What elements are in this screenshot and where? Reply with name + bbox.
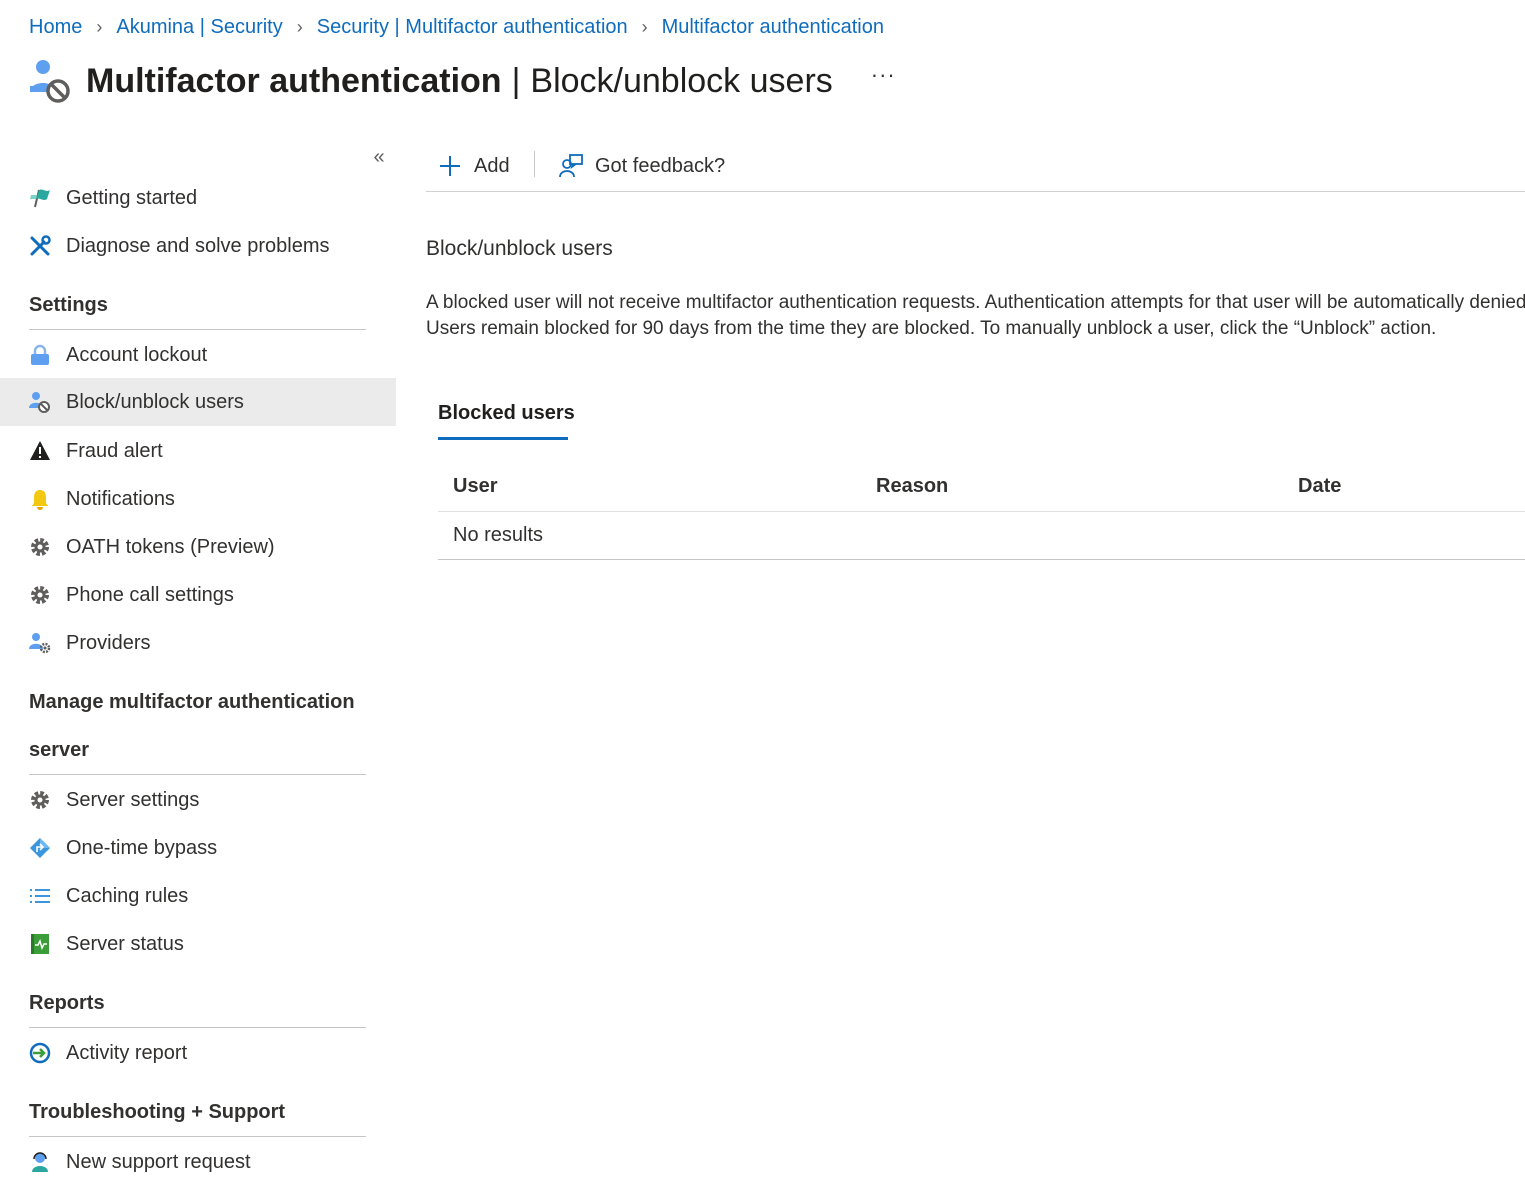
sidebar-item-providers[interactable]: Providers bbox=[0, 619, 396, 667]
list-icon bbox=[30, 889, 50, 903]
breadcrumb-mfa[interactable]: Multifactor authentication bbox=[662, 16, 884, 39]
tab-active-indicator bbox=[438, 437, 568, 440]
breadcrumb-akumina-security[interactable]: Akumina | Security bbox=[116, 16, 282, 39]
bell-icon bbox=[32, 490, 48, 510]
section-divider bbox=[29, 1136, 366, 1137]
table-header: User Reason Date bbox=[438, 462, 1525, 512]
sidebar-item-fraud-alert[interactable]: Fraud alert bbox=[0, 427, 396, 475]
content-title: Block/unblock users bbox=[426, 237, 613, 260]
feedback-icon bbox=[559, 154, 583, 178]
section-divider bbox=[29, 329, 366, 330]
section-heading-settings: Settings bbox=[29, 294, 108, 316]
sidebar-item-label: Server settings bbox=[66, 788, 200, 811]
sidebar-item-phone-call-settings[interactable]: Phone call settings bbox=[0, 571, 396, 619]
wrench-icon bbox=[30, 235, 51, 256]
plus-icon bbox=[440, 156, 460, 176]
sidebar-item-new-support-request[interactable]: New support request bbox=[0, 1138, 396, 1186]
page-subtitle: Block/unblock users bbox=[530, 61, 833, 100]
flag-icon bbox=[30, 189, 50, 208]
add-button[interactable]: Add bbox=[438, 151, 510, 181]
title-separator: | bbox=[511, 61, 521, 100]
more-options-icon[interactable]: ··· bbox=[871, 62, 896, 88]
feedback-button[interactable]: Got feedback? bbox=[558, 151, 725, 181]
sidebar-item-activity-report[interactable]: Activity report bbox=[0, 1029, 396, 1077]
column-header-reason[interactable]: Reason bbox=[876, 475, 948, 498]
sidebar-item-one-time-bypass[interactable]: One-time bypass bbox=[0, 824, 396, 872]
column-header-date[interactable]: Date bbox=[1298, 475, 1341, 498]
gear-icon bbox=[31, 586, 49, 604]
warning-icon bbox=[30, 441, 50, 460]
chevron-right-icon: › bbox=[96, 16, 103, 37]
section-divider bbox=[29, 1027, 366, 1028]
sidebar-item-label: Getting started bbox=[66, 186, 198, 209]
column-header-user[interactable]: User bbox=[453, 475, 497, 498]
breadcrumb: Home › Akumina | Security › Security | M… bbox=[29, 14, 884, 40]
user-block-icon bbox=[29, 392, 50, 413]
section-heading-reports: Reports bbox=[29, 992, 105, 1014]
sidebar: « Getting started Diagnose and solve pro… bbox=[0, 140, 396, 1204]
toolbar-divider bbox=[534, 151, 535, 177]
empty-state-text: No results bbox=[453, 524, 544, 546]
gear-icon bbox=[31, 538, 49, 556]
diamond-arrow-icon bbox=[30, 838, 50, 858]
page-title: Multifactor authentication bbox=[86, 61, 502, 100]
sidebar-item-label: OATH tokens (Preview) bbox=[66, 535, 275, 558]
collapse-sidebar-icon[interactable]: « bbox=[368, 146, 390, 168]
breadcrumb-security-mfa[interactable]: Security | Multifactor authentication bbox=[317, 16, 628, 39]
chevron-right-icon: › bbox=[641, 16, 648, 37]
sidebar-item-server-settings[interactable]: Server settings bbox=[0, 776, 396, 824]
sidebar-item-label: Block/unblock users bbox=[66, 390, 244, 413]
chevron-right-icon: › bbox=[296, 16, 303, 37]
sidebar-item-label: New support request bbox=[66, 1150, 251, 1173]
breadcrumb-home[interactable]: Home bbox=[29, 16, 82, 39]
sidebar-item-label: Server status bbox=[66, 932, 184, 955]
book-pulse-icon bbox=[31, 934, 49, 954]
sidebar-item-block-unblock-users[interactable]: Block/unblock users bbox=[0, 378, 396, 426]
sidebar-item-account-lockout[interactable]: Account lockout bbox=[0, 331, 396, 379]
sidebar-item-server-status[interactable]: Server status bbox=[0, 920, 396, 968]
section-heading-manage-mfa-server-line2: server bbox=[29, 739, 90, 761]
support-person-icon bbox=[32, 1152, 48, 1172]
sidebar-item-label: Notifications bbox=[66, 487, 175, 510]
tab-blocked-users[interactable]: Blocked users bbox=[438, 402, 575, 442]
user-block-icon bbox=[30, 60, 70, 103]
circle-arrow-icon bbox=[29, 1042, 51, 1064]
sidebar-item-label: Activity report bbox=[66, 1041, 188, 1064]
sidebar-item-label: Providers bbox=[66, 631, 151, 654]
gear-icon bbox=[31, 791, 49, 809]
sidebar-item-label: Phone call settings bbox=[66, 583, 234, 606]
table-row: No results bbox=[438, 512, 1525, 560]
sidebar-item-notifications[interactable]: Notifications bbox=[0, 475, 396, 523]
sidebar-item-label: Fraud alert bbox=[66, 439, 163, 462]
sidebar-item-label: Diagnose and solve problems bbox=[66, 234, 330, 257]
sidebar-item-caching-rules[interactable]: Caching rules bbox=[0, 872, 396, 920]
page-header: Multifactor authentication | Block/unblo… bbox=[28, 56, 896, 106]
command-bar: Add Got feedback? bbox=[426, 140, 1525, 192]
sidebar-item-label: Account lockout bbox=[66, 343, 208, 366]
sidebar-item-oath-tokens[interactable]: OATH tokens (Preview) bbox=[0, 523, 396, 571]
section-heading-manage-mfa-server: Manage multifactor authentication bbox=[29, 691, 355, 713]
section-divider bbox=[29, 774, 366, 775]
section-heading-troubleshooting: Troubleshooting + Support bbox=[29, 1101, 286, 1123]
user-gear-icon bbox=[29, 633, 51, 654]
content-description: A blocked user will not receive multifac… bbox=[426, 292, 1525, 339]
lock-icon bbox=[31, 344, 49, 365]
sidebar-item-label: One-time bypass bbox=[66, 836, 218, 859]
add-button-label: Add bbox=[474, 154, 510, 177]
sidebar-item-label: Caching rules bbox=[66, 884, 189, 907]
feedback-button-label: Got feedback? bbox=[595, 154, 726, 177]
sidebar-item-getting-started[interactable]: Getting started bbox=[0, 174, 396, 222]
sidebar-item-diagnose[interactable]: Diagnose and solve problems bbox=[0, 222, 396, 270]
